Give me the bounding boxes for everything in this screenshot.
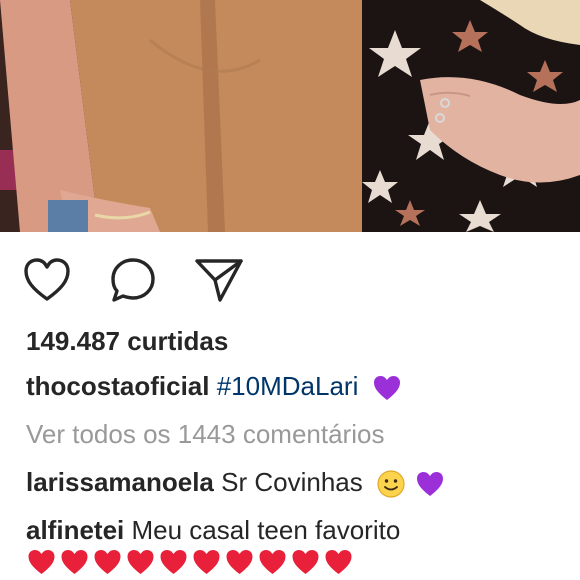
heart-outline-icon xyxy=(24,258,70,301)
comment-row: larissamanoela Sr Covinhas xyxy=(26,458,570,506)
likes-count[interactable]: 149.487 curtidas xyxy=(26,322,570,360)
post-meta: 149.487 curtidas thocostaoficial #10MDaL… xyxy=(26,322,570,554)
caption-hashtag[interactable]: #10MDaLari xyxy=(217,371,359,401)
caption: thocostaoficial #10MDaLari xyxy=(26,362,570,410)
red-heart-icon xyxy=(125,548,156,576)
red-heart-icon xyxy=(224,548,255,576)
paper-plane-icon xyxy=(195,259,243,302)
red-heart-icon xyxy=(26,548,57,576)
red-heart-icon xyxy=(92,548,123,576)
red-heart-icon xyxy=(158,548,189,576)
instagram-post: 149.487 curtidas thocostaoficial #10MDaL… xyxy=(0,0,580,580)
post-action-bar xyxy=(22,252,244,308)
comment-text: Meu casal teen favorito xyxy=(131,515,401,545)
comment-bubble-icon xyxy=(111,258,155,302)
red-heart-icon xyxy=(290,548,321,576)
comment-emoji-row xyxy=(26,548,354,576)
red-heart-icon xyxy=(323,548,354,576)
share-button[interactable] xyxy=(194,255,244,305)
like-button[interactable] xyxy=(22,255,72,305)
red-heart-icon xyxy=(191,548,222,576)
purple-heart-icon xyxy=(415,470,445,498)
red-heart-icon xyxy=(59,548,90,576)
comment-text: Sr Covinhas xyxy=(221,467,363,497)
comment-username[interactable]: alfinetei xyxy=(26,515,124,545)
view-all-comments-link[interactable]: Ver todos os 1443 comentários xyxy=(26,410,570,458)
comment-username[interactable]: larissamanoela xyxy=(26,467,214,497)
post-photo[interactable] xyxy=(0,0,580,232)
purple-heart-icon xyxy=(372,374,402,402)
caption-username[interactable]: thocostaoficial xyxy=(26,371,209,401)
post-photo-illustration xyxy=(0,0,580,232)
red-heart-icon xyxy=(257,548,288,576)
comment-row: alfinetei Meu casal teen favorito xyxy=(26,506,570,554)
smiling-face-icon xyxy=(376,469,406,499)
comment-button[interactable] xyxy=(108,255,158,305)
